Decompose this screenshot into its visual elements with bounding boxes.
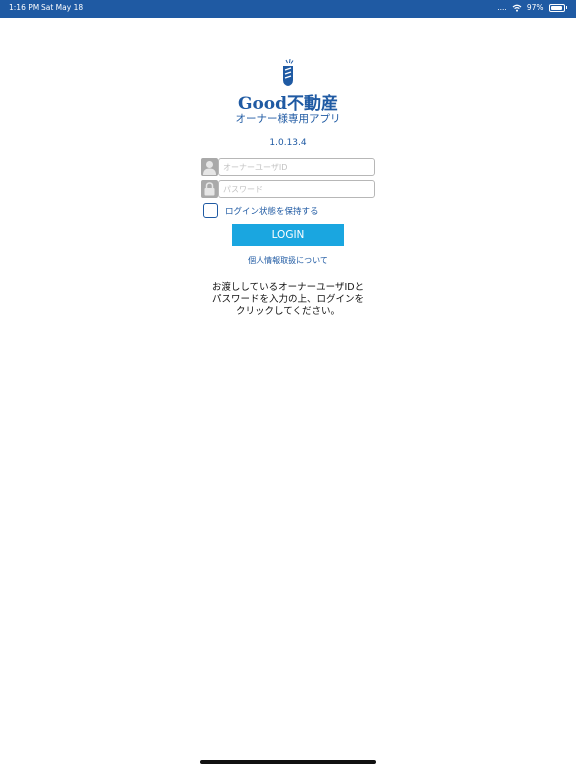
remember-label: ログイン状態を保持する	[225, 206, 319, 217]
status-time: 1:16 PM	[9, 3, 40, 12]
remember-checkbox[interactable]	[203, 203, 218, 218]
signal-dots: ....	[497, 3, 507, 12]
status-date: Sat May 18	[41, 3, 84, 12]
instruction-line: クリックしてください。	[236, 306, 340, 317]
password-input[interactable]	[218, 180, 375, 198]
battery-icon	[548, 3, 565, 12]
login-instructions: お渡ししているオーナーユーザIDと パスワードを入力の上、ログインを クリックし…	[188, 282, 388, 318]
instruction-line: パスワードを入力の上、ログインを	[211, 294, 364, 305]
privacy-policy-link[interactable]: 個人情報取扱について	[0, 255, 576, 266]
login-button[interactable]: LOGIN	[232, 224, 344, 246]
brand-subtitle: オーナー様専用アプリ	[235, 113, 341, 125]
lock-icon	[201, 180, 218, 198]
app-version: 1.0.13.4	[269, 138, 307, 148]
remember-login[interactable]: ログイン状態を保持する	[203, 203, 319, 218]
status-bar: 1:16 PM Sat May 18 .... 97%	[0, 0, 576, 18]
home-indicator[interactable]	[200, 760, 376, 764]
password-field	[201, 180, 375, 198]
login-screen: 1:16 PM Sat May 18 .... 97% Good不動産 オーナー…	[0, 0, 576, 768]
battery-percent: 97%	[526, 3, 544, 12]
instruction-line: お渡ししているオーナーユーザIDと	[211, 282, 365, 293]
user-icon	[201, 158, 218, 176]
battery-tip	[565, 6, 567, 9]
user-id-input[interactable]	[218, 158, 375, 176]
status-right: .... 97%	[497, 3, 567, 12]
brand-logo-icon	[283, 58, 294, 86]
user-id-field	[201, 158, 375, 176]
wifi-icon	[512, 4, 522, 12]
